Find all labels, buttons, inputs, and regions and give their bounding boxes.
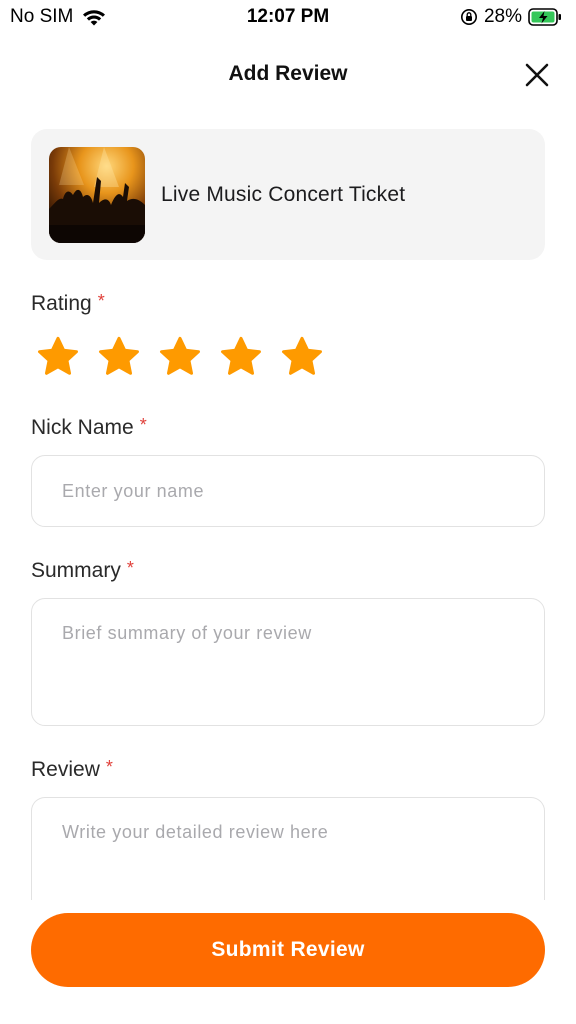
star-icon[interactable] [97, 335, 141, 379]
review-label-text: Review [31, 758, 100, 781]
summary-label: Summary * [31, 558, 134, 583]
review-label: Review * [31, 757, 113, 782]
close-icon [525, 63, 549, 87]
product-card: Live Music Concert Ticket [31, 129, 545, 260]
star-icon[interactable] [36, 335, 80, 379]
orientation-lock-icon [460, 9, 477, 25]
required-mark: * [139, 415, 147, 435]
star-icon[interactable] [158, 335, 202, 379]
star-rating[interactable] [36, 335, 341, 379]
product-name: Live Music Concert Ticket [161, 183, 406, 206]
required-mark: * [105, 757, 113, 777]
header: Add Review [0, 50, 576, 98]
product-image [49, 147, 145, 243]
page-title: Add Review [228, 62, 348, 85]
nickname-field [31, 455, 545, 527]
star-icon[interactable] [219, 335, 263, 379]
summary-label-text: Summary [31, 559, 121, 582]
nickname-label-text: Nick Name [31, 416, 134, 439]
status-bar: No SIM 12:07 PM 28% [0, 0, 576, 34]
required-mark: * [97, 291, 105, 311]
battery-percent: 28% [483, 6, 522, 27]
rating-label-text: Rating [31, 292, 92, 315]
submit-review-button[interactable]: Submit Review [31, 913, 545, 987]
required-mark: * [126, 558, 134, 578]
close-button[interactable] [522, 60, 552, 90]
summary-field [31, 598, 545, 726]
nickname-input[interactable] [32, 456, 544, 526]
status-right: 28% [460, 6, 562, 28]
star-icon[interactable] [280, 335, 324, 379]
rating-label: Rating * [31, 291, 105, 316]
bottom-bar: Submit Review [0, 900, 576, 1024]
battery-charging-icon [528, 8, 561, 26]
nickname-label: Nick Name * [31, 415, 147, 440]
summary-input[interactable] [32, 599, 544, 725]
